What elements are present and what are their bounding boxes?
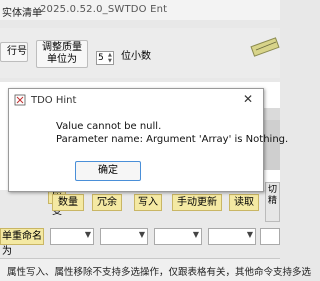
dialog-message-line2: Parameter name: Argument 'Array' is Noth… xyxy=(56,134,289,145)
decimal-places-stepper[interactable]: 5 ▲ ▼ xyxy=(96,51,114,65)
decimal-places-label: 位小数 xyxy=(121,51,151,62)
rename-combo-3[interactable]: ▼ xyxy=(154,228,202,245)
status-text: 属性写入、属性移除不支持多选操作，仅跟表格有关，其他命令支持多选 xyxy=(7,267,312,278)
dialog-title-bar: TDO Hint ✕ xyxy=(9,89,263,111)
adjust-mass-unit-label-line2: 单位为 xyxy=(47,54,77,65)
side-label-line1: 切 xyxy=(267,185,277,195)
row-number-button[interactable]: 行号 xyxy=(0,42,28,62)
rename-combo-5[interactable] xyxy=(260,228,280,245)
write-button[interactable]: 写入 xyxy=(134,194,162,211)
dialog-message: Value cannot be null. Parameter name: Ar… xyxy=(56,120,288,146)
conveyor-icon xyxy=(250,37,280,57)
side-label-line2: 精 xyxy=(267,196,277,206)
manual-update-button[interactable]: 手动更新 xyxy=(172,194,222,211)
read-button[interactable]: 读取 xyxy=(229,194,259,211)
stepper-arrows-icon[interactable]: ▲ ▼ xyxy=(108,52,113,64)
title-bar: 实体清单 2025.0.52.0_SWTDO Ent xyxy=(0,0,280,20)
window-title: 实体清单 xyxy=(2,8,42,19)
dialog-message-line1: Value cannot be null. xyxy=(56,121,162,132)
rename-combo-2[interactable]: ▼ xyxy=(100,228,148,245)
side-toggle-button[interactable]: 切 精 xyxy=(265,182,280,222)
ok-button[interactable]: 确定 xyxy=(75,161,141,181)
hint-dialog: TDO Hint ✕ Value cannot be null. Paramet… xyxy=(8,88,288,192)
chevron-down-icon[interactable]: ▼ xyxy=(247,230,253,239)
adjust-mass-unit-label-line1: 调整质量 xyxy=(42,42,82,53)
rename-label: 单重命名为 xyxy=(0,228,44,257)
redundant-button[interactable]: 冗余 xyxy=(92,194,122,211)
rename-combo-4[interactable]: ▼ xyxy=(208,228,256,245)
close-icon[interactable]: ✕ xyxy=(243,92,253,106)
chevron-down-icon[interactable]: ▼ xyxy=(85,230,91,239)
adjust-mass-unit-button[interactable]: 调整质量 单位为 xyxy=(36,40,88,68)
decimal-places-value: 5 xyxy=(98,53,104,63)
dialog-title: TDO Hint xyxy=(31,95,77,106)
rename-combo-1[interactable]: ▼ xyxy=(50,228,94,245)
grid-column-header xyxy=(262,92,280,106)
status-bar: 属性写入、属性移除不支持多选操作，仅跟表格有关，其他命令支持多选 xyxy=(0,258,311,281)
version-label: 2025.0.52.0_SWTDO Ent xyxy=(40,4,168,15)
quantity-button[interactable]: 数量 xyxy=(52,194,84,211)
app-logo-icon xyxy=(14,94,26,106)
chevron-down-icon[interactable]: ▼ xyxy=(139,230,145,239)
chevron-down-icon[interactable]: ▼ xyxy=(193,230,199,239)
